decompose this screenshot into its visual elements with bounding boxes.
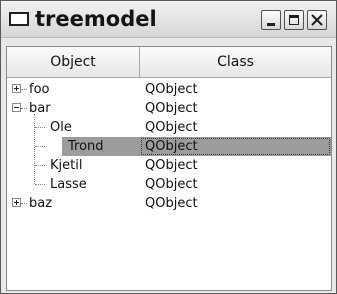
branch-line xyxy=(21,203,27,204)
branch-line xyxy=(35,146,45,147)
tree-row[interactable]: Trond QObject xyxy=(7,137,331,156)
class-name-cell: QObject xyxy=(145,196,198,211)
tree-header: Object Class xyxy=(7,47,331,78)
object-name-cell: Ole xyxy=(50,120,72,135)
object-name-cell: Kjetil xyxy=(50,158,83,173)
maximize-icon xyxy=(289,15,299,25)
tree-row[interactable]: baz QObject xyxy=(7,194,331,213)
close-icon xyxy=(311,14,323,26)
tree-row[interactable]: Kjetil QObject xyxy=(7,156,331,175)
window: treemodel Object Class foo QObject bar QObj… xyxy=(0,0,337,294)
minimize-button[interactable] xyxy=(261,10,281,30)
class-name-cell: QObject xyxy=(145,139,198,154)
class-name-cell: QObject xyxy=(145,82,198,97)
tree-view[interactable]: Object Class foo QObject bar QObject Ole QObj… xyxy=(6,46,332,291)
object-name-cell: Trond xyxy=(68,139,104,154)
object-name-cell: Lasse xyxy=(50,177,87,192)
tree-row[interactable]: Ole QObject xyxy=(7,118,331,137)
column-header-object[interactable]: Object xyxy=(7,47,140,77)
branch-line xyxy=(35,184,45,185)
object-name-cell: bar xyxy=(29,101,51,116)
expand-icon[interactable] xyxy=(12,198,21,207)
object-name-cell: baz xyxy=(29,196,53,211)
branch-line xyxy=(35,127,45,128)
class-name-cell: QObject xyxy=(145,177,198,192)
branch-line xyxy=(21,108,27,109)
class-name-cell: QObject xyxy=(145,101,198,116)
close-button[interactable] xyxy=(307,10,327,30)
column-header-class[interactable]: Class xyxy=(140,47,331,77)
tree-row[interactable]: Lasse QObject xyxy=(7,175,331,194)
class-name-cell: QObject xyxy=(145,158,198,173)
title-bar[interactable]: treemodel xyxy=(1,1,336,38)
minimize-icon xyxy=(267,23,275,26)
tree-row[interactable]: bar QObject xyxy=(7,99,331,118)
expand-icon[interactable] xyxy=(12,84,21,93)
tree-row[interactable]: foo QObject xyxy=(7,80,331,99)
class-name-cell: QObject xyxy=(145,120,198,135)
window-title: treemodel xyxy=(35,7,157,31)
branch-line-vertical xyxy=(34,114,35,184)
collapse-icon[interactable] xyxy=(12,103,21,112)
window-icon xyxy=(9,12,29,26)
branch-line xyxy=(35,165,45,166)
object-name-cell: foo xyxy=(29,82,50,97)
branch-line xyxy=(21,89,27,90)
maximize-button[interactable] xyxy=(284,10,304,30)
